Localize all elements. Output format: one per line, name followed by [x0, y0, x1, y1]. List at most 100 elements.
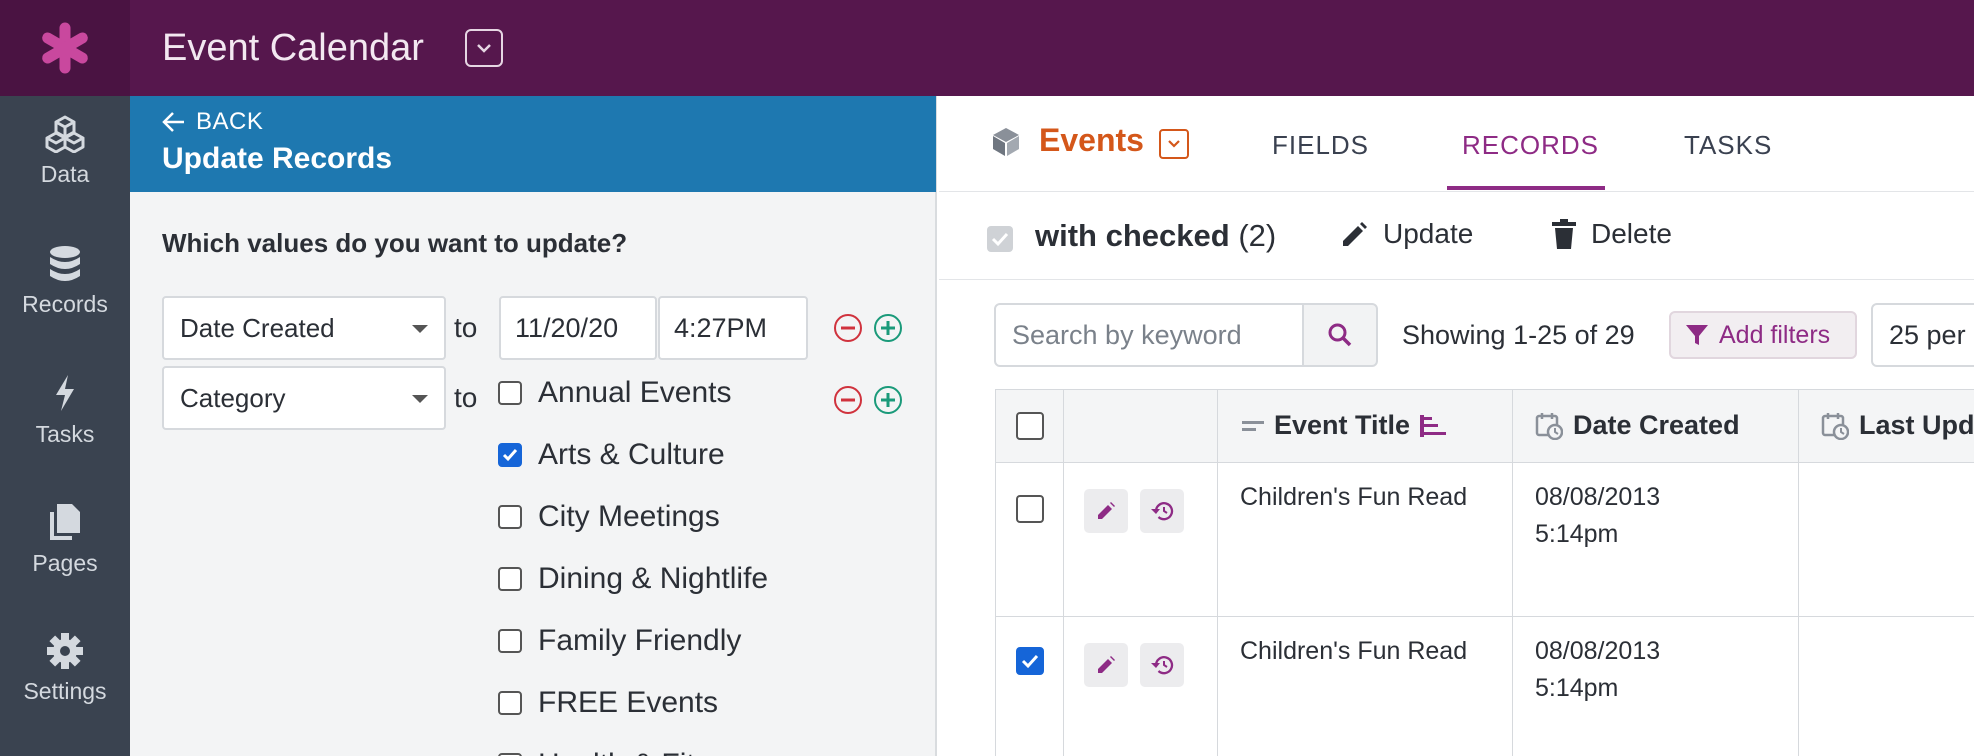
row-checkbox[interactable] [1016, 495, 1044, 523]
field-select-category[interactable]: Category [162, 366, 446, 430]
category-label: Dining & Nightlife [538, 562, 769, 595]
record-history-button[interactable] [1140, 489, 1184, 533]
select-all-checkbox[interactable] [1016, 412, 1044, 440]
nav-label: Tasks [35, 420, 95, 447]
checkbox[interactable] [498, 691, 522, 715]
column-title: Event Title [1274, 410, 1411, 440]
category-option[interactable]: FREE Events [498, 683, 718, 723]
history-icon [1151, 656, 1174, 675]
category-option[interactable]: City Meetings [498, 497, 720, 537]
table-row-checkbox-cell [995, 617, 1064, 756]
checkbox[interactable] [498, 567, 522, 591]
category-label: City Meetings [538, 500, 720, 533]
add-row-button[interactable] [874, 314, 902, 342]
category-label: FREE Events [538, 686, 719, 719]
edit-record-button[interactable] [1084, 489, 1128, 533]
update-button[interactable]: Update [1339, 218, 1473, 250]
row-date-created-cell[interactable]: 08/08/2013 5:14pm [1513, 463, 1799, 617]
category-option[interactable]: Annual Events [498, 373, 731, 413]
checkbox-checked[interactable] [498, 443, 522, 467]
date-input[interactable]: 11/20/20 [499, 296, 657, 360]
checkbox[interactable] [498, 505, 522, 529]
app-logo[interactable] [0, 0, 130, 96]
back-link[interactable]: BACK [162, 108, 263, 136]
nav-item-pages[interactable]: Pages [0, 484, 130, 594]
add-filters-button[interactable]: Add filters [1669, 311, 1857, 359]
time-value: 5:14pm [1535, 520, 1619, 548]
remove-row-button[interactable] [834, 314, 862, 342]
object-name[interactable]: Events [1039, 122, 1144, 159]
nav-item-records[interactable]: Records [0, 226, 130, 336]
header-checkbox-cell [995, 389, 1064, 463]
checkbox[interactable] [498, 629, 522, 653]
history-icon [1151, 502, 1174, 521]
header-last-updated[interactable]: Last Updated [1799, 389, 1974, 463]
row-event-title-cell[interactable]: Children's Fun Read [1218, 617, 1513, 756]
trash-icon [1552, 219, 1576, 249]
app-switcher-button[interactable] [465, 29, 503, 67]
category-label: Health & Fitness [538, 748, 758, 756]
left-nav: Data Records Tasks Pages Settings [0, 96, 130, 756]
plus-icon [881, 321, 895, 335]
pages-icon [50, 503, 80, 540]
category-option[interactable]: Family Friendly [498, 621, 741, 661]
tab-fields[interactable]: FIELDS [1272, 130, 1369, 161]
bulk-action-bar: with checked (2) Update Delete [939, 192, 1974, 280]
header-event-title[interactable]: Event Title [1218, 389, 1513, 463]
event-title-value: Children's Fun Read [1240, 637, 1468, 665]
column-label: Event Title [1242, 410, 1447, 441]
object-tab-bar: Events FIELDS RECORDS TASKS [939, 96, 1974, 192]
cubes-icon [45, 115, 85, 153]
header-date-created[interactable]: Date Created [1513, 389, 1799, 463]
category-label: Family Friendly [538, 624, 742, 657]
select-all-indicator[interactable] [987, 226, 1013, 252]
search-input[interactable]: Search by keyword [994, 303, 1304, 367]
row-checkbox-checked[interactable] [1016, 647, 1044, 675]
row-actions-cell [1064, 463, 1218, 617]
column-title: Last Updated [1859, 410, 1974, 440]
row-last-updated-cell[interactable] [1799, 617, 1974, 756]
checkbox[interactable] [498, 381, 522, 405]
category-option[interactable]: Health & Fitness [498, 745, 758, 756]
checkmark-icon [502, 449, 518, 462]
object-switcher-button[interactable] [1159, 129, 1189, 159]
search-button[interactable] [1302, 303, 1378, 367]
tab-records[interactable]: RECORDS [1462, 130, 1599, 161]
active-tab-indicator [1447, 186, 1605, 190]
category-option[interactable]: Arts & Culture [498, 435, 725, 475]
app-title: Event Calendar [162, 27, 424, 69]
delete-button[interactable]: Delete [1551, 218, 1672, 250]
nav-item-settings[interactable]: Settings [0, 613, 130, 723]
nav-label: Pages [32, 549, 98, 576]
add-row-button[interactable] [874, 386, 902, 414]
field-select-value: Date Created [180, 313, 335, 343]
panel-title: Update Records [162, 142, 393, 175]
search-icon [1328, 323, 1352, 347]
edit-record-button[interactable] [1084, 643, 1128, 687]
field-select-value: Category [180, 383, 286, 413]
column-label: Date Created [1535, 410, 1740, 441]
per-page-select[interactable]: 25 per page [1871, 303, 1974, 410]
time-input[interactable]: 4:27PM [658, 296, 808, 360]
plus-icon [881, 393, 895, 407]
row-last-updated-cell[interactable] [1799, 463, 1974, 617]
record-history-button[interactable] [1140, 643, 1184, 687]
nav-label: Settings [23, 677, 107, 704]
checkmark-icon [991, 232, 1009, 247]
nav-item-tasks[interactable]: Tasks [0, 355, 130, 465]
category-option[interactable]: Dining & Nightlife [498, 559, 768, 599]
remove-row-button[interactable] [834, 386, 862, 414]
calendar-clock-icon [1821, 412, 1849, 440]
nav-item-data[interactable]: Data [0, 96, 130, 206]
date-value: 08/08/2013 [1535, 483, 1661, 511]
add-filters-label: Add filters [1719, 320, 1831, 349]
row-date-created-cell[interactable]: 08/08/2013 5:14pm [1513, 617, 1799, 756]
column-label: Last Updated [1821, 410, 1974, 441]
records-view: Events FIELDS RECORDS TASKS with checked… [939, 96, 1974, 756]
field-select-date-created[interactable]: Date Created [162, 296, 446, 360]
with-checked-text: with checked (2) [1035, 218, 1276, 254]
checkmark-icon [1021, 654, 1039, 669]
row-event-title-cell[interactable]: Children's Fun Read [1218, 463, 1513, 617]
date-value: 08/08/2013 [1535, 637, 1661, 665]
tab-tasks[interactable]: TASKS [1684, 130, 1772, 161]
